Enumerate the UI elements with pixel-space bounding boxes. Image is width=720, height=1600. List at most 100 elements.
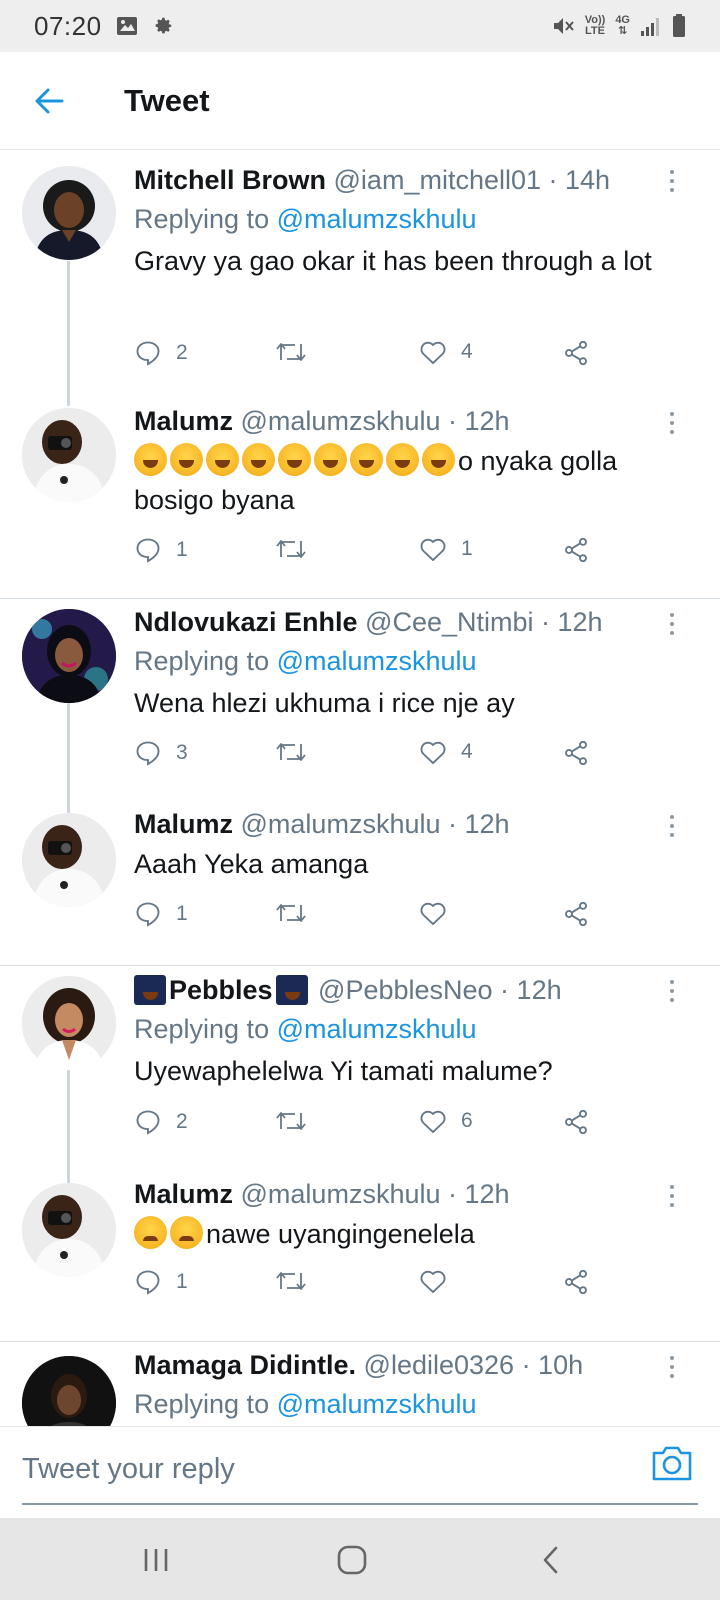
tweet-header: Malumz @malumzskhulu · 12h	[134, 402, 700, 440]
reply-icon	[136, 1270, 160, 1295]
settings-gear-icon	[155, 17, 171, 34]
more-options-button[interactable]	[662, 811, 682, 841]
reply-button[interactable]: 2	[134, 339, 188, 367]
tweet-header: Malumz @malumzskhulu · 12h	[134, 1175, 700, 1213]
retweet-button[interactable]	[275, 536, 307, 562]
tweet-item[interactable]: Malumz @malumzskhulu · 12h Aaah Yeka ama…	[0, 803, 720, 963]
author-name[interactable]: Mitchell Brown	[134, 165, 326, 195]
input-underline	[22, 1503, 698, 1505]
back-button[interactable]	[24, 76, 74, 126]
share-button[interactable]	[562, 339, 590, 367]
share-button[interactable]	[562, 1108, 590, 1136]
author-name[interactable]: Malumz	[134, 1179, 233, 1209]
retweet-icon	[276, 540, 306, 558]
home-button[interactable]	[332, 1540, 372, 1580]
share-button[interactable]	[562, 536, 590, 564]
tweet-item[interactable]: Malumz @malumzskhulu · 12h o nyaka golla…	[0, 396, 720, 581]
share-button[interactable]	[562, 739, 590, 767]
tweet-actions: 1	[134, 900, 614, 934]
heart-icon	[420, 1270, 446, 1294]
like-button[interactable]: 1	[419, 536, 473, 562]
more-options-button[interactable]	[662, 1352, 682, 1382]
reply-button[interactable]: 1	[134, 1268, 188, 1296]
laughing-emoji-icon	[350, 443, 383, 476]
share-button[interactable]	[562, 900, 590, 928]
author-name[interactable]: Malumz	[134, 406, 233, 436]
author-meta: @PebblesNeo · 12h	[310, 975, 562, 1005]
avatar[interactable]	[22, 976, 116, 1070]
like-button[interactable]: 6	[419, 1108, 473, 1134]
avatar[interactable]	[22, 1356, 116, 1426]
reply-handle-link[interactable]: @malumzskhulu	[277, 646, 477, 676]
avatar[interactable]	[22, 166, 116, 260]
author-name[interactable]: Pebbles	[169, 975, 273, 1005]
avatar[interactable]	[22, 609, 116, 703]
retweet-button[interactable]	[275, 1108, 307, 1134]
more-options-button[interactable]	[662, 609, 682, 639]
reply-button[interactable]: 1	[134, 900, 188, 928]
author-name[interactable]: Malumz	[134, 809, 233, 839]
like-button[interactable]: 4	[419, 739, 473, 765]
replying-to: Replying to @malumzskhulu	[134, 646, 477, 676]
recent-apps-icon	[144, 1549, 168, 1571]
camera-button[interactable]	[650, 1443, 694, 1487]
heart-icon	[420, 1110, 446, 1134]
like-count: 4	[461, 340, 473, 363]
heart-icon	[420, 538, 446, 562]
reply-handle-link[interactable]: @malumzskhulu	[277, 1389, 477, 1419]
tweet-text: o nyaka golla bosigo byana	[134, 442, 700, 520]
author-meta: @malumzskhulu · 12h	[233, 809, 510, 839]
tweet-item[interactable]: Pebbles @PebblesNeo · 12h Replying to @m…	[0, 968, 720, 1186]
more-options-button[interactable]	[662, 976, 682, 1006]
author-name[interactable]: Mamaga Didintle.	[134, 1350, 356, 1380]
retweet-button[interactable]	[275, 1268, 307, 1294]
author-meta: @Cee_Ntimbi · 12h	[357, 607, 603, 637]
reply-count: 2	[176, 341, 188, 364]
laughing-emoji-icon	[314, 443, 347, 476]
like-button[interactable]: 4	[419, 339, 473, 365]
more-options-button[interactable]	[662, 166, 682, 196]
like-button[interactable]	[419, 1268, 461, 1294]
reply-button[interactable]: 2	[134, 1108, 188, 1136]
retweet-icon	[276, 904, 306, 922]
reply-button[interactable]: 3	[134, 739, 188, 767]
reply-input[interactable]	[22, 1445, 562, 1493]
system-back-button[interactable]	[530, 1540, 570, 1580]
tweet-feed[interactable]: Mitchell Brown @iam_mitchell01 · 14h Rep…	[0, 151, 720, 1426]
share-button[interactable]	[562, 1268, 590, 1296]
status-bar: 07:20 Vo)) LTE 4G ⇅	[0, 0, 720, 52]
recent-apps-button[interactable]	[136, 1540, 176, 1580]
reply-icon	[136, 741, 160, 766]
tweet-item[interactable]: Malumz @malumzskhulu · 12h nawe uyanging…	[0, 1173, 720, 1333]
avatar[interactable]	[22, 1183, 116, 1277]
avatar[interactable]	[22, 813, 116, 907]
retweet-button[interactable]	[275, 739, 307, 765]
retweet-button[interactable]	[275, 900, 307, 926]
reply-icon	[136, 902, 160, 927]
reply-handle-link[interactable]: @malumzskhulu	[277, 204, 477, 234]
laughing-emoji-icon	[206, 443, 239, 476]
author-meta: @iam_mitchell01 · 14h	[326, 165, 611, 195]
laughing-emoji-icon	[134, 443, 167, 476]
reply-button[interactable]: 1	[134, 536, 188, 564]
like-button[interactable]	[419, 900, 461, 926]
more-options-button[interactable]	[662, 1181, 682, 1211]
like-count: 4	[461, 740, 473, 763]
tweet-item[interactable]: Ndlovukazi Enhle @Cee_Ntimbi · 12h Reply…	[0, 601, 720, 851]
more-options-button[interactable]	[662, 408, 682, 438]
replying-to: Replying to @malumzskhulu	[134, 1389, 477, 1419]
tweet-header: Malumz @malumzskhulu · 12h	[134, 805, 700, 843]
reply-count: 1	[176, 538, 188, 561]
author-name[interactable]: Ndlovukazi Enhle	[134, 607, 358, 637]
retweet-icon	[276, 1272, 306, 1290]
retweet-button[interactable]	[275, 339, 307, 365]
divider	[0, 965, 720, 966]
laughing-emoji-icon	[242, 443, 275, 476]
crying-emoji-icon	[134, 1216, 167, 1249]
laughing-emoji-icon	[422, 443, 455, 476]
reply-handle-link[interactable]: @malumzskhulu	[277, 1014, 477, 1044]
tweet-item[interactable]: Mamaga Didintle. @ledile0326 · 10h Reply…	[0, 1344, 720, 1426]
share-icon	[565, 740, 587, 766]
tweet-item[interactable]: Mitchell Brown @iam_mitchell01 · 14h Rep…	[0, 151, 720, 406]
avatar[interactable]	[22, 408, 116, 502]
